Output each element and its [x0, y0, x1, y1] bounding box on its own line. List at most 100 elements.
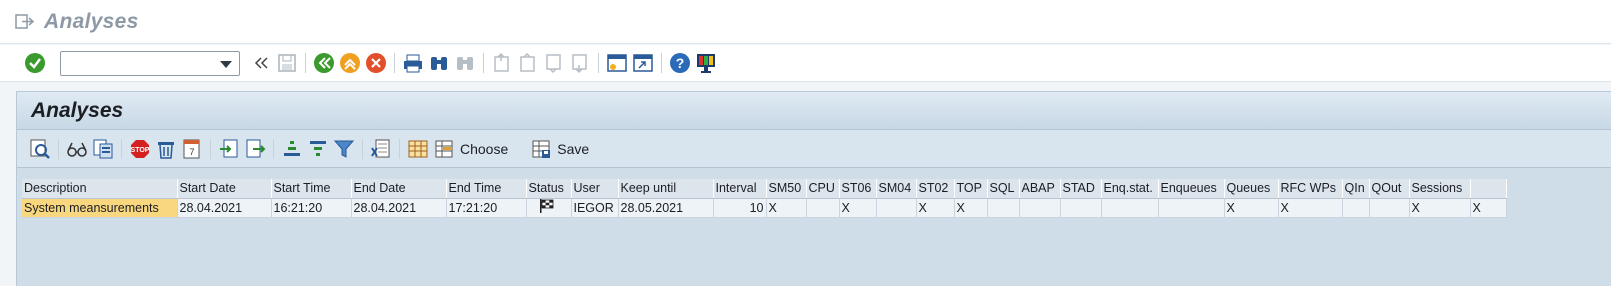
choose-button[interactable]: Choose: [460, 141, 508, 157]
save-layout-button[interactable]: Save: [557, 141, 589, 157]
schedule-icon[interactable]: 7: [181, 138, 203, 160]
analyses-table: Description Start Date Start Time End Da…: [22, 179, 1507, 218]
analyses-panel: Analyses STOP 7 Choose Save Description …: [16, 91, 1611, 286]
cell-qout[interactable]: [1369, 198, 1410, 218]
save-icon[interactable]: [276, 52, 298, 74]
separator: [58, 138, 59, 159]
col-header-interval[interactable]: Interval: [713, 179, 767, 199]
col-header-queues[interactable]: Queues: [1224, 179, 1279, 199]
separator: [273, 138, 274, 159]
cell-cpu[interactable]: [806, 198, 840, 218]
cell-interval[interactable]: 10: [713, 198, 767, 218]
table-row[interactable]: System meansurements 28.04.2021 16:21:20…: [22, 198, 1507, 218]
spreadsheet-icon[interactable]: [370, 138, 392, 160]
col-header-end-time[interactable]: End Time: [446, 179, 527, 199]
col-header-enqueues[interactable]: Enqueues: [1158, 179, 1225, 199]
col-header-sm50[interactable]: SM50: [766, 179, 807, 199]
col-header-top[interactable]: TOP: [954, 179, 988, 199]
cell-sessions[interactable]: X: [1409, 198, 1471, 218]
cell-end-time[interactable]: 17:21:20: [446, 198, 527, 218]
table-header-row: Description Start Date Start Time End Da…: [22, 179, 1507, 199]
cell-extra[interactable]: X: [1470, 198, 1507, 218]
cell-queues[interactable]: X: [1224, 198, 1279, 218]
enter-icon[interactable]: [24, 52, 46, 74]
first-page-icon[interactable]: [491, 52, 513, 74]
new-session-icon[interactable]: [606, 52, 628, 74]
cell-sm04[interactable]: [876, 198, 917, 218]
find-next-icon[interactable]: [454, 52, 476, 74]
sort-descending-icon[interactable]: [307, 138, 329, 160]
col-header-enq-stat[interactable]: Enq.stat.: [1101, 179, 1159, 199]
save-layout-icon[interactable]: [530, 138, 552, 160]
grid-icon[interactable]: [407, 138, 429, 160]
cell-start-time[interactable]: 16:21:20: [271, 198, 352, 218]
command-field[interactable]: [60, 50, 240, 76]
stop-icon[interactable]: STOP: [129, 138, 151, 160]
command-input[interactable]: [65, 52, 215, 75]
cell-st02[interactable]: X: [916, 198, 955, 218]
col-header-status[interactable]: Status: [526, 179, 572, 199]
separator: [394, 53, 395, 73]
col-header-start-time[interactable]: Start Time: [271, 179, 352, 199]
col-header-qout[interactable]: QOut: [1369, 179, 1410, 199]
filter-icon[interactable]: [333, 138, 355, 160]
back-icon[interactable]: [313, 52, 335, 74]
previous-page-icon[interactable]: [517, 52, 539, 74]
cell-st06[interactable]: X: [839, 198, 877, 218]
cell-user[interactable]: IEGOR: [571, 198, 619, 218]
col-header-extra[interactable]: [1470, 179, 1507, 199]
col-header-st02[interactable]: ST02: [916, 179, 955, 199]
cell-abap[interactable]: [1019, 198, 1061, 218]
help-icon[interactable]: ?: [669, 52, 691, 74]
cell-keep-until[interactable]: 28.05.2021: [618, 198, 714, 218]
cell-top[interactable]: X: [954, 198, 988, 218]
panel-header: Analyses: [17, 92, 1611, 130]
col-header-user[interactable]: User: [571, 179, 619, 199]
cell-rfc-wps[interactable]: X: [1278, 198, 1343, 218]
cell-qin[interactable]: [1342, 198, 1370, 218]
glasses-icon[interactable]: [66, 138, 88, 160]
exit-icon[interactable]: [339, 52, 361, 74]
col-header-sql[interactable]: SQL: [987, 179, 1020, 199]
col-header-st06[interactable]: ST06: [839, 179, 877, 199]
details-icon[interactable]: [29, 138, 51, 160]
next-page-icon[interactable]: [543, 52, 565, 74]
svg-text:STOP: STOP: [131, 147, 150, 154]
cell-sm50[interactable]: X: [766, 198, 807, 218]
delete-icon[interactable]: [155, 138, 177, 160]
cell-stad[interactable]: [1060, 198, 1102, 218]
col-header-abap[interactable]: ABAP: [1019, 179, 1061, 199]
col-header-cpu[interactable]: CPU: [806, 179, 840, 199]
cell-end-date[interactable]: 28.04.2021: [351, 198, 447, 218]
export-icon[interactable]: [244, 138, 266, 160]
compare-icon[interactable]: [92, 138, 114, 160]
col-header-sessions[interactable]: Sessions: [1409, 179, 1471, 199]
col-header-start-date[interactable]: Start Date: [177, 179, 272, 199]
menu-exit-icon[interactable]: [14, 12, 36, 32]
cell-status[interactable]: [526, 198, 572, 218]
col-header-keep-until[interactable]: Keep until: [618, 179, 714, 199]
cell-enqueues[interactable]: [1158, 198, 1225, 218]
print-icon[interactable]: [402, 52, 424, 74]
find-icon[interactable]: [428, 52, 450, 74]
separator: [598, 53, 599, 73]
sort-ascending-icon[interactable]: [281, 138, 303, 160]
collapse-icon[interactable]: [250, 52, 272, 74]
cell-enq-stat[interactable]: [1101, 198, 1159, 218]
choose-layout-icon[interactable]: [433, 138, 455, 160]
cancel-icon[interactable]: [365, 52, 387, 74]
layout-icon[interactable]: [695, 52, 717, 74]
col-header-stad[interactable]: STAD: [1060, 179, 1102, 199]
col-header-sm04[interactable]: SM04: [876, 179, 917, 199]
col-header-rfc-wps[interactable]: RFC WPs: [1278, 179, 1343, 199]
chevron-down-icon[interactable]: [220, 60, 232, 68]
col-header-description[interactable]: Description: [22, 179, 178, 199]
import-icon[interactable]: [218, 138, 240, 160]
col-header-qin[interactable]: QIn: [1342, 179, 1370, 199]
last-page-icon[interactable]: [569, 52, 591, 74]
col-header-end-date[interactable]: End Date: [351, 179, 447, 199]
cell-start-date[interactable]: 28.04.2021: [177, 198, 272, 218]
cell-sql[interactable]: [987, 198, 1020, 218]
shortcut-icon[interactable]: [632, 52, 654, 74]
cell-description[interactable]: System meansurements: [22, 198, 178, 218]
